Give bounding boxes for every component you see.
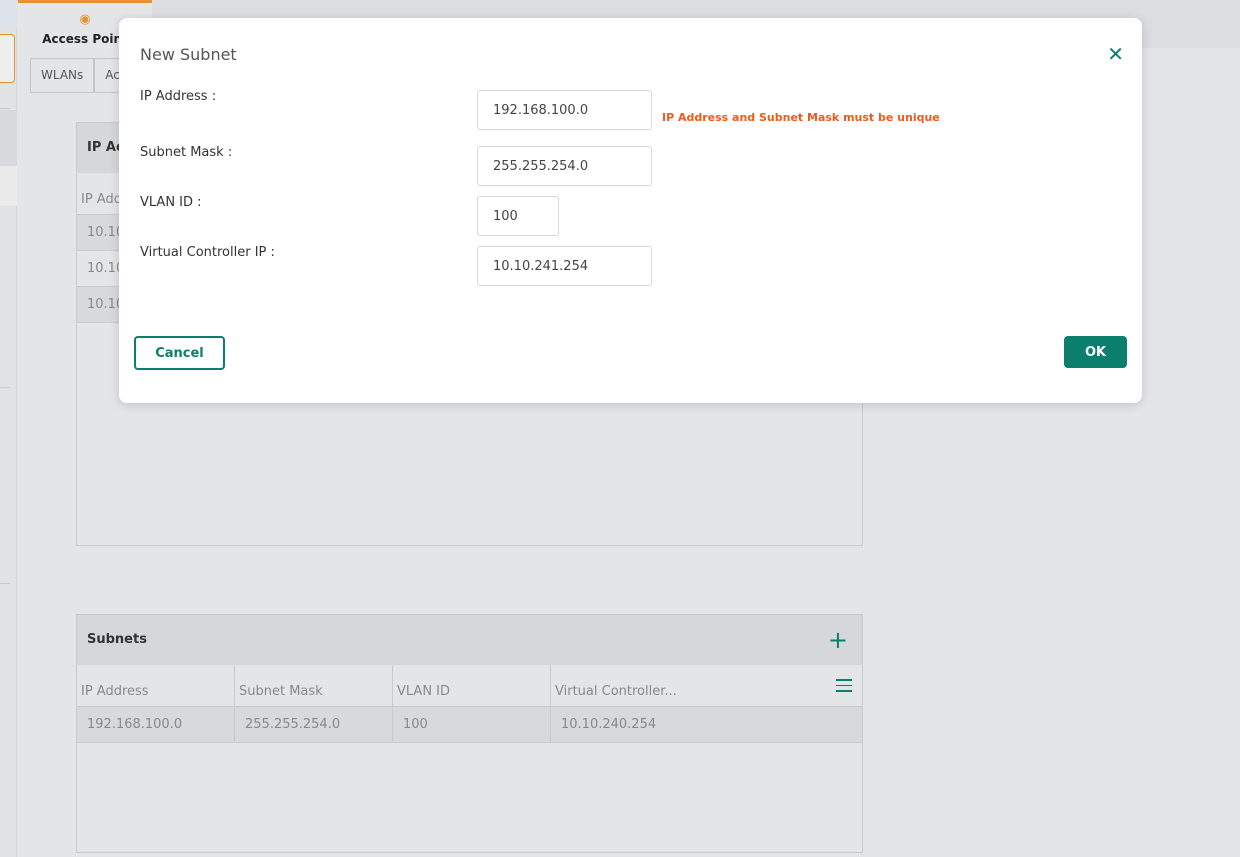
cell: 255.255.254.0 <box>235 707 393 742</box>
ip-address-label: IP Address : <box>140 89 217 104</box>
tab-label: Access Point <box>42 32 128 46</box>
subnet-mask-input[interactable] <box>477 146 652 186</box>
subtabs: WLANs Ac <box>30 58 131 93</box>
subnets-panel: Subnets + IP Address Subnet Mask VLAN ID… <box>76 614 863 853</box>
vlan-id-input[interactable] <box>477 196 559 236</box>
subtab-wlans[interactable]: WLANs <box>30 58 95 93</box>
ok-button[interactable]: OK <box>1064 336 1127 368</box>
column-header[interactable]: VLAN ID <box>393 665 551 706</box>
dialog-title: New Subnet <box>140 45 237 64</box>
vlan-id-label: VLAN ID : <box>140 195 202 210</box>
cell: 100 <box>393 707 551 742</box>
close-icon[interactable]: ✕ <box>1107 44 1124 64</box>
menu-icon[interactable] <box>836 679 852 696</box>
column-header[interactable]: Subnet Mask <box>235 665 393 706</box>
cell: 10.10 <box>87 261 125 276</box>
cell: 10.10 <box>87 297 125 312</box>
table-row[interactable]: 192.168.100.0 255.255.254.0 100 10.10.24… <box>77 707 862 743</box>
sidebar-item-active[interactable] <box>0 166 17 206</box>
cell: 192.168.100.0 <box>77 707 235 742</box>
cell: 10.10 <box>87 225 125 240</box>
divider <box>0 108 10 109</box>
ip-address-input[interactable] <box>477 90 652 130</box>
access-point-icon: ◉ <box>79 12 91 27</box>
cell: 10.10.240.254 <box>561 717 657 732</box>
virtual-controller-ip-label: Virtual Controller IP : <box>140 245 275 260</box>
column-header[interactable]: IP Address <box>77 665 235 706</box>
new-subnet-dialog: New Subnet ✕ IP Address : IP Address and… <box>119 18 1142 403</box>
divider <box>0 387 10 388</box>
divider <box>0 583 10 584</box>
add-icon[interactable]: + <box>828 615 848 665</box>
error-message: IP Address and Subnet Mask must be uniqu… <box>662 111 940 124</box>
virtual-controller-ip-input[interactable] <box>477 246 652 286</box>
sidebar-section <box>0 110 17 166</box>
sidebar-button[interactable] <box>0 34 15 83</box>
sidebar-header <box>0 0 17 28</box>
panel-title: Subnets <box>87 632 147 647</box>
column-header[interactable]: Virtual Controller... <box>551 665 862 706</box>
cancel-button[interactable]: Cancel <box>134 336 225 370</box>
subnet-mask-label: Subnet Mask : <box>140 145 233 160</box>
